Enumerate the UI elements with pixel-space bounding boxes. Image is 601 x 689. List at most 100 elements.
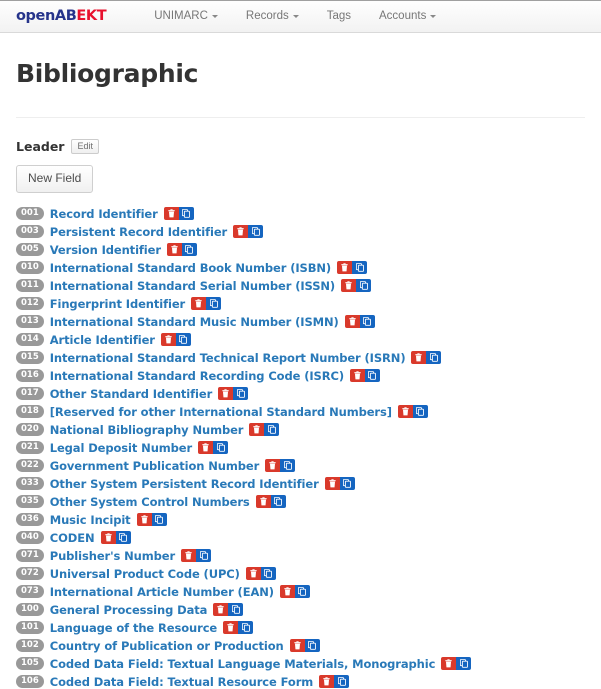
field-link[interactable]: Legal Deposit Number [50, 441, 192, 455]
delete-field-button[interactable] [319, 675, 335, 689]
field-link[interactable]: Coded Data Field: Textual Resource Form [50, 675, 314, 689]
field-link[interactable]: International Standard Book Number (ISBN… [50, 261, 331, 275]
copy-field-button[interactable] [426, 351, 442, 365]
copy-field-button[interactable] [334, 675, 350, 689]
leader-section: Leader Edit [16, 139, 585, 154]
new-field-button[interactable]: New Field [16, 165, 94, 193]
copy-field-button[interactable] [456, 657, 472, 671]
field-link[interactable]: Persistent Record Identifier [50, 225, 227, 239]
nav-item-unimarc[interactable]: UNIMARC [140, 0, 232, 33]
delete-field-button[interactable] [166, 243, 182, 257]
delete-field-button[interactable] [341, 279, 357, 293]
leader-edit-button[interactable]: Edit [71, 139, 99, 154]
copy-field-button[interactable] [233, 387, 249, 401]
field-link[interactable]: Other System Persistent Record Identifie… [50, 477, 319, 491]
brand-logo[interactable]: openABEKT [16, 8, 107, 24]
delete-field-button[interactable] [397, 405, 413, 419]
field-tag-badge: 036 [16, 513, 44, 526]
delete-field-button[interactable] [255, 495, 271, 509]
copy-field-button[interactable] [304, 639, 320, 653]
field-link[interactable]: Universal Product Code (UPC) [50, 567, 240, 581]
field-link[interactable]: CODEN [50, 531, 95, 545]
copy-field-button[interactable] [175, 333, 191, 347]
delete-field-button[interactable] [163, 207, 179, 221]
copy-field-button[interactable] [181, 243, 197, 257]
field-link[interactable]: Article Identifier [50, 333, 155, 347]
delete-field-button[interactable] [245, 567, 261, 581]
copy-field-button[interactable] [280, 459, 296, 473]
copy-field-button[interactable] [260, 567, 276, 581]
delete-field-button[interactable] [191, 297, 207, 311]
field-link[interactable]: [Reserved for other International Standa… [50, 405, 392, 419]
copy-field-button[interactable] [228, 603, 244, 617]
delete-field-button[interactable] [265, 459, 281, 473]
field-link[interactable]: International Standard Technical Report … [50, 351, 406, 365]
nav-item-accounts[interactable]: Accounts [365, 0, 450, 33]
delete-field-button[interactable] [218, 387, 234, 401]
field-link[interactable]: General Processing Data [50, 603, 208, 617]
delete-field-button[interactable] [289, 639, 305, 653]
delete-field-button[interactable] [337, 261, 353, 275]
field-link[interactable]: Language of the Resource [50, 621, 217, 635]
field-link[interactable]: International Article Number (EAN) [50, 585, 274, 599]
delete-field-button[interactable] [279, 585, 295, 599]
copy-field-button[interactable] [213, 441, 229, 455]
delete-field-button[interactable] [181, 549, 197, 563]
field-link[interactable]: International Standard Recording Code (I… [50, 369, 344, 383]
copy-field-button[interactable] [264, 423, 280, 437]
field-link[interactable]: Version Identifier [50, 243, 161, 257]
field-link[interactable]: Record Identifier [50, 207, 158, 221]
field-link[interactable]: Music Incipit [50, 513, 131, 527]
field-row: 020 National Bibliography Number [16, 421, 585, 439]
field-actions [233, 225, 264, 239]
nav-item-records[interactable]: Records [232, 0, 313, 33]
delete-field-button[interactable] [441, 657, 457, 671]
field-link[interactable]: Other System Control Numbers [50, 495, 250, 509]
delete-field-button[interactable] [324, 477, 340, 491]
field-link[interactable]: Other Standard Identifier [50, 387, 213, 401]
field-row: 021 Legal Deposit Number [16, 439, 585, 457]
copy-field-button[interactable] [352, 261, 368, 275]
copy-field-button[interactable] [178, 207, 194, 221]
field-actions [324, 477, 355, 491]
copy-field-button[interactable] [364, 369, 380, 383]
copy-field-button[interactable] [339, 477, 355, 491]
copy-icon [199, 551, 208, 560]
field-actions [344, 315, 375, 329]
delete-field-button[interactable] [411, 351, 427, 365]
delete-field-button[interactable] [349, 369, 365, 383]
delete-field-button[interactable] [233, 225, 249, 239]
field-row: 011 International Standard Serial Number … [16, 277, 585, 295]
copy-field-button[interactable] [359, 315, 375, 329]
copy-icon [251, 227, 260, 236]
copy-field-button[interactable] [412, 405, 428, 419]
copy-field-button[interactable] [206, 297, 222, 311]
chevron-down-icon [430, 14, 437, 18]
copy-field-button[interactable] [270, 495, 286, 509]
field-link[interactable]: National Bibliography Number [50, 423, 244, 437]
copy-field-button[interactable] [294, 585, 310, 599]
field-link[interactable]: Government Publication Number [50, 459, 260, 473]
delete-field-button[interactable] [160, 333, 176, 347]
delete-field-button[interactable] [249, 423, 265, 437]
field-link[interactable]: International Standard Music Number (ISM… [50, 315, 339, 329]
delete-field-button[interactable] [344, 315, 360, 329]
delete-field-button[interactable] [100, 531, 116, 545]
field-link[interactable]: Fingerprint Identifier [50, 297, 185, 311]
delete-field-button[interactable] [198, 441, 214, 455]
delete-field-button[interactable] [213, 603, 229, 617]
copy-field-button[interactable] [196, 549, 212, 563]
field-link[interactable]: Coded Data Field: Textual Language Mater… [50, 657, 436, 671]
delete-field-button[interactable] [136, 513, 152, 527]
field-link[interactable]: Publisher's Number [50, 549, 175, 563]
delete-field-button[interactable] [223, 621, 239, 635]
copy-field-button[interactable] [151, 513, 167, 527]
copy-field-button[interactable] [356, 279, 372, 293]
nav-item-tags[interactable]: Tags [313, 0, 365, 33]
copy-field-button[interactable] [115, 531, 131, 545]
copy-field-button[interactable] [238, 621, 254, 635]
field-link[interactable]: Country of Publication or Production [50, 639, 284, 653]
copy-field-button[interactable] [248, 225, 264, 239]
field-link[interactable]: International Standard Serial Number (IS… [50, 279, 335, 293]
copy-icon [209, 299, 218, 308]
